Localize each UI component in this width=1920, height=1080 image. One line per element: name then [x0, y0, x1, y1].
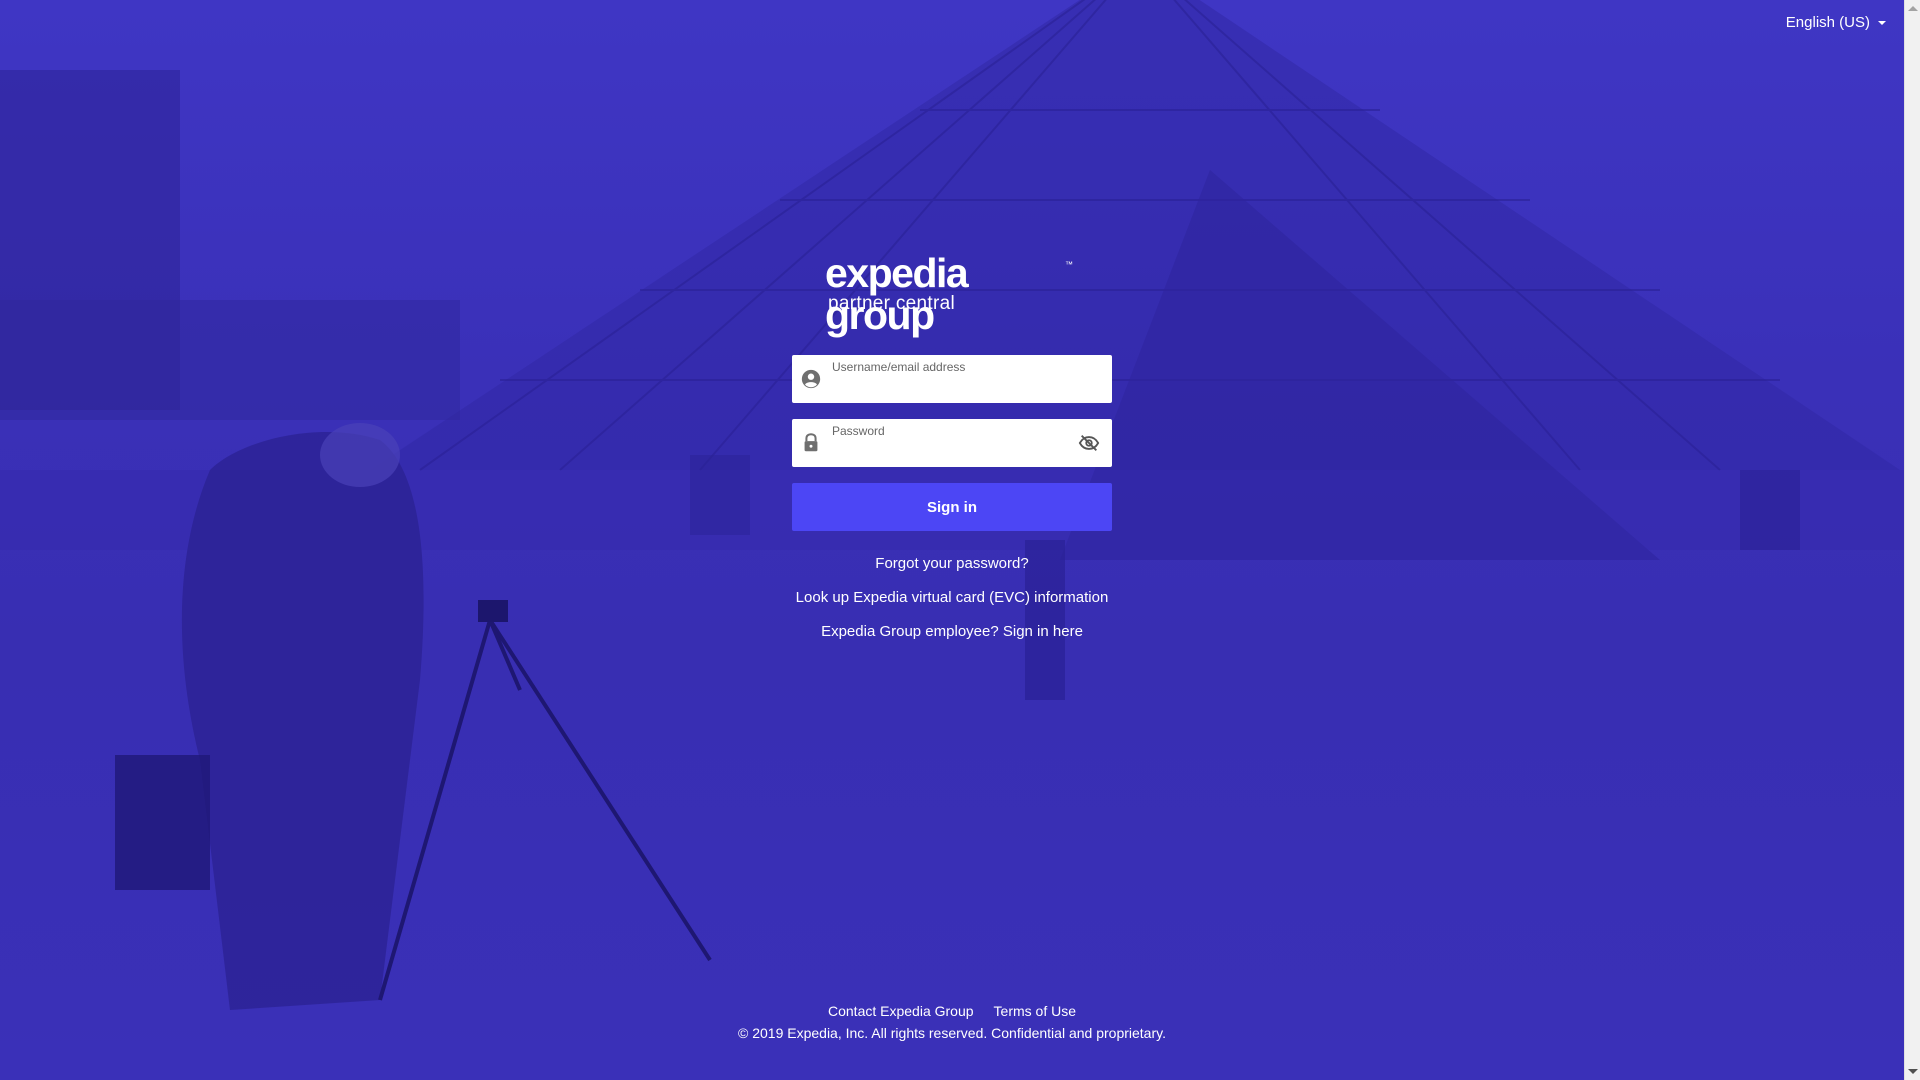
sign-in-button[interactable]: Sign in: [792, 483, 1112, 531]
expedia-group-logo: expedia group ™ partner central: [825, 252, 1085, 336]
forgot-password-link[interactable]: Forgot your password?: [652, 554, 1252, 574]
lock-icon: [804, 433, 818, 452]
footer: Contact Expedia Group Terms of Use © 201…: [602, 1003, 1302, 1041]
scroll-down-icon[interactable]: [1908, 1069, 1918, 1074]
terms-link[interactable]: Terms of Use: [994, 1003, 1076, 1019]
password-input[interactable]: [832, 441, 1072, 461]
forgot-password-row: Forgot your password?: [652, 554, 1252, 574]
contact-link[interactable]: Contact Expedia Group: [828, 1003, 974, 1019]
language-selector[interactable]: English (US): [1786, 14, 1886, 31]
username-label: Username/email address: [832, 360, 966, 374]
vertical-scrollbar[interactable]: [1904, 0, 1920, 1080]
copyright-text: © 2019 Expedia, Inc. All rights reserved…: [738, 1025, 1166, 1041]
scroll-up-icon[interactable]: [1908, 6, 1918, 11]
background-photo: [0, 0, 1904, 1080]
footer-links: Contact Expedia Group Terms of Use: [602, 1003, 1302, 1019]
chevron-down-icon: [1878, 20, 1886, 25]
login-page: English (US) expedia group ™ partner cen…: [0, 0, 1920, 1080]
eye-off-icon[interactable]: [1078, 432, 1100, 454]
username-input[interactable]: [832, 377, 1072, 397]
evc-lookup-link[interactable]: Look up Expedia virtual card (EVC) infor…: [652, 588, 1252, 608]
password-label: Password: [832, 424, 885, 438]
logo-trademark: ™: [1065, 260, 1073, 269]
logo-subtitle: partner central: [828, 293, 956, 314]
username-field[interactable]: Username/email address: [792, 355, 1112, 403]
employee-signin-row: Expedia Group employee? Sign in here: [652, 622, 1252, 642]
evc-lookup-row: Look up Expedia virtual card (EVC) infor…: [652, 588, 1252, 608]
background-illustration: [0, 0, 1904, 1010]
language-label: English (US): [1785, 14, 1870, 31]
employee-signin-link[interactable]: Expedia Group employee? Sign in here: [652, 622, 1252, 642]
person-circle-icon: [801, 369, 821, 389]
password-field[interactable]: Password: [792, 419, 1112, 467]
